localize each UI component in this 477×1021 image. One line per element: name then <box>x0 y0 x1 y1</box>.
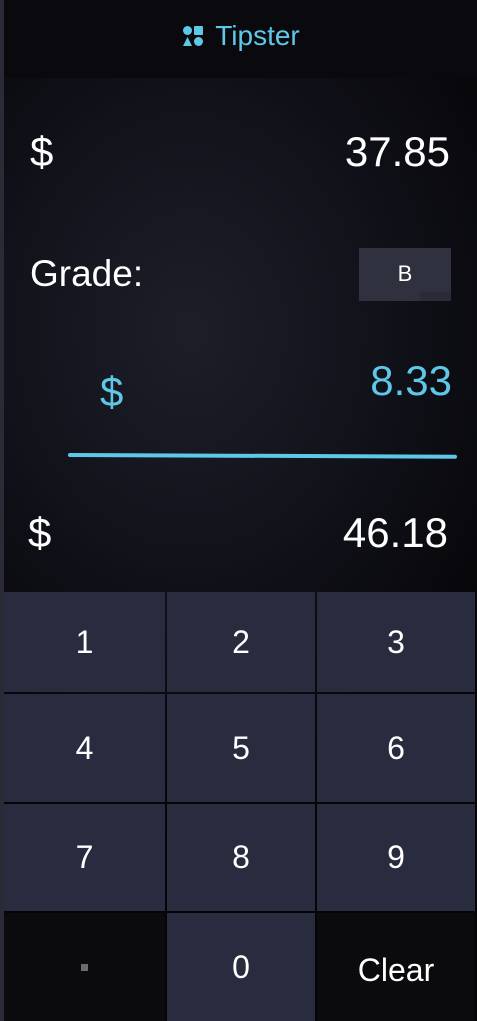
key-decimal-point[interactable] <box>4 913 165 1021</box>
key-9-label: 9 <box>387 839 405 875</box>
clear-button-label: Clear <box>357 951 435 988</box>
total-amount-display: $ 46.18 <box>28 503 448 563</box>
clear-button[interactable]: Clear <box>317 913 475 1021</box>
key-0[interactable]: 0 <box>167 913 315 1021</box>
bill-currency-symbol: $ <box>30 128 54 175</box>
grade-selector-shade <box>420 291 451 301</box>
shapes-icon <box>183 26 204 46</box>
title-wrap: Tipster <box>181 20 300 52</box>
app-title: Tipster <box>215 20 300 51</box>
tip-amount-value: 8.33 <box>370 357 452 404</box>
total-currency-symbol: $ <box>28 509 52 556</box>
decimal-point-glyph <box>81 963 88 971</box>
grade-selected-value: B <box>397 261 413 286</box>
key-7[interactable]: 7 <box>4 804 165 911</box>
key-9[interactable]: 9 <box>317 804 475 911</box>
key-5-label: 5 <box>232 729 250 766</box>
title-bar: Tipster <box>4 0 477 78</box>
tipster-app: Tipster $ 37.85 Grade: B $ 8.33 $ 46.18 … <box>0 0 477 1021</box>
key-1-label: 1 <box>75 623 94 660</box>
bill-amount-field[interactable]: $ 37.85 <box>30 122 450 182</box>
key-1[interactable]: 1 <box>4 592 165 692</box>
key-0-label: 0 <box>232 948 250 985</box>
sum-divider-line <box>67 453 458 459</box>
key-4[interactable]: 4 <box>4 694 165 802</box>
key-5[interactable]: 5 <box>167 694 315 802</box>
key-6-label: 6 <box>387 729 405 766</box>
total-amount-value: 46.18 <box>342 509 448 556</box>
tip-amount-display: $ 8.33 <box>100 355 452 415</box>
key-2-label: 2 <box>232 623 250 660</box>
grade-label: Grade: <box>30 253 144 294</box>
grade-selector[interactable]: B <box>359 247 451 301</box>
key-8[interactable]: 8 <box>167 804 315 911</box>
key-3-label: 3 <box>387 623 405 660</box>
key-2[interactable]: 2 <box>167 592 315 692</box>
key-8-label: 8 <box>232 839 250 875</box>
key-3[interactable]: 3 <box>317 592 475 692</box>
key-6[interactable]: 6 <box>317 694 475 802</box>
tip-currency-symbol: $ <box>100 368 124 415</box>
key-7-label: 7 <box>75 839 94 875</box>
key-4-label: 4 <box>75 729 94 766</box>
grade-row: Grade: B <box>30 246 451 302</box>
bill-amount-value: 37.85 <box>344 128 450 175</box>
keypad: 1 2 3 4 5 6 7 8 9 0 Clear <box>4 592 477 1021</box>
